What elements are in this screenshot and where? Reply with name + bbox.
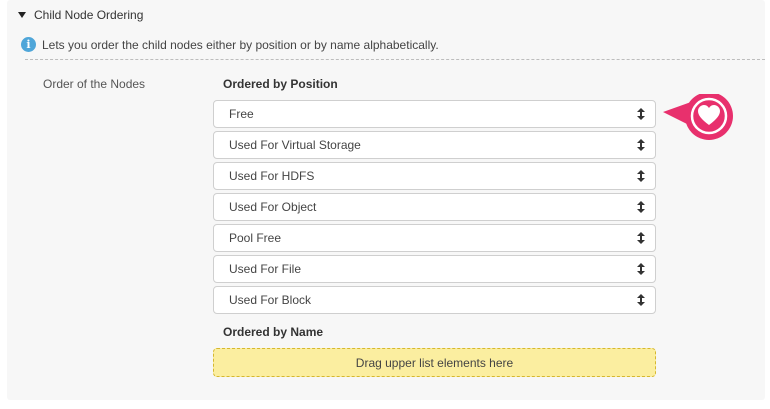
list-item[interactable]: Used For Virtual Storage — [213, 131, 656, 159]
section-title[interactable]: Child Node Ordering — [34, 8, 143, 22]
list-item-label: Used For File — [229, 262, 302, 276]
sort-icon[interactable] — [637, 108, 645, 120]
ordered-by-position-title: Ordered by Position — [223, 77, 338, 91]
section-header[interactable]: Child Node Ordering — [17, 7, 143, 23]
sort-icon[interactable] — [637, 170, 645, 182]
list-item[interactable]: Used For Object — [213, 193, 656, 221]
info-icon: i — [21, 37, 36, 52]
name-dropzone[interactable]: Drag upper list elements here — [213, 348, 656, 377]
info-message: i Lets you order the child nodes either … — [21, 37, 439, 52]
list-item-label: Used For HDFS — [229, 169, 315, 183]
dropzone-text: Drag upper list elements here — [355, 355, 514, 370]
list-item[interactable]: Used For File — [213, 255, 656, 283]
sort-icon[interactable] — [637, 294, 645, 306]
child-node-ordering-panel: Child Node Ordering i Lets you order the… — [7, 0, 765, 400]
list-item-label: Used For Virtual Storage — [229, 138, 361, 152]
list-item[interactable]: Pool Free — [213, 224, 656, 252]
divider — [25, 59, 765, 60]
sort-icon[interactable] — [637, 263, 645, 275]
position-list: Free Used For Virtual Storage Used For H… — [213, 100, 656, 317]
list-item[interactable]: Free — [213, 100, 656, 128]
info-text: Lets you order the child nodes either by… — [42, 37, 439, 52]
caret-down-icon[interactable] — [18, 12, 26, 18]
ordered-by-name-title: Ordered by Name — [223, 325, 324, 339]
heart-badge[interactable] — [661, 94, 739, 142]
sort-icon[interactable] — [637, 201, 645, 213]
list-item[interactable]: Used For Block — [213, 286, 656, 314]
list-item-label: Pool Free — [229, 231, 282, 245]
sort-icon[interactable] — [637, 232, 645, 244]
field-label: Order of the Nodes — [43, 77, 146, 91]
list-item[interactable]: Used For HDFS — [213, 162, 656, 190]
sort-icon[interactable] — [637, 139, 645, 151]
list-item-label: Used For Block — [229, 293, 312, 307]
list-item-label: Free — [229, 107, 254, 121]
list-item-label: Used For Object — [229, 200, 317, 214]
